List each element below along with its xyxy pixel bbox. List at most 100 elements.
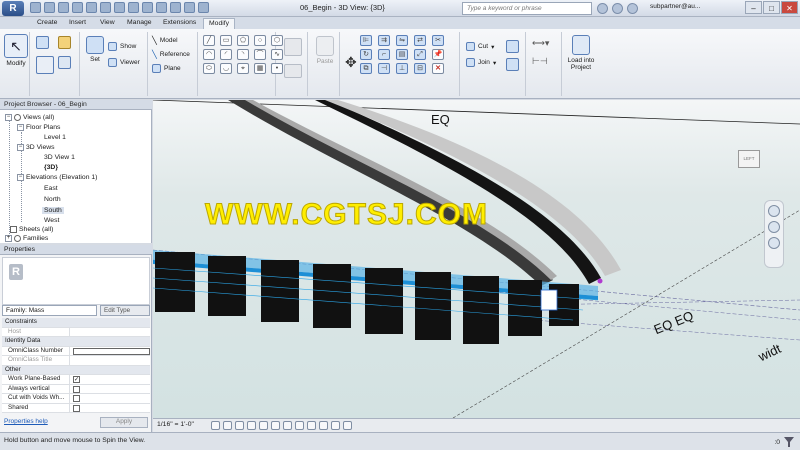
show-crop-icon[interactable]	[283, 421, 292, 430]
redo-icon[interactable]	[72, 2, 83, 13]
circle-icon[interactable]: ○	[254, 35, 266, 46]
viewer-button[interactable]: Viewer	[108, 58, 140, 67]
viewcube[interactable]: LEFT	[738, 150, 760, 168]
measure-icon[interactable]	[100, 2, 111, 13]
visual-style-icon[interactable]	[223, 421, 232, 430]
reveal-hidden-icon[interactable]	[319, 421, 328, 430]
mirror-axis-icon[interactable]: ⇋	[396, 35, 408, 46]
3d-view-icon[interactable]	[142, 2, 153, 13]
collapse-toggle[interactable]: −	[17, 144, 24, 151]
tree-node-west[interactable]: West	[44, 217, 59, 224]
group-constraints[interactable]: Constraints	[2, 318, 150, 328]
rectangle-icon[interactable]: ▭	[220, 35, 232, 46]
rotate-icon[interactable]: ↻	[360, 49, 372, 60]
sun-path-icon[interactable]	[235, 421, 244, 430]
split-icon[interactable]: ✂	[432, 35, 444, 46]
save-icon[interactable]	[44, 2, 55, 13]
section-icon[interactable]	[156, 2, 167, 13]
show-button[interactable]: Show	[108, 42, 136, 51]
apply-button[interactable]: Apply	[100, 417, 148, 428]
arc-start-end-icon[interactable]: ◠	[203, 49, 215, 60]
paste-button[interactable]: Paste	[313, 36, 337, 65]
delete-icon[interactable]: ✕	[432, 63, 444, 74]
reference-button[interactable]: ╲ Reference	[152, 50, 190, 59]
shared-checkbox[interactable]	[73, 404, 80, 412]
annotate-icon[interactable]	[114, 2, 125, 13]
tree-node-elevations[interactable]: − Elevations (Elevation 1)	[17, 174, 97, 181]
tab-insert[interactable]: Insert	[64, 18, 91, 29]
properties-icon[interactable]	[36, 36, 49, 49]
undo-icon[interactable]	[58, 2, 69, 13]
text-icon[interactable]	[128, 2, 139, 13]
always-vertical-checkbox[interactable]	[73, 385, 80, 393]
offset-icon[interactable]: ⇉	[378, 35, 390, 46]
3d-viewport[interactable]: EQ EQ EQ widt WWW.CGTSJ.COM LEFT	[153, 100, 800, 418]
trim-icon[interactable]: ⌐	[378, 49, 390, 60]
type-properties-icon[interactable]	[36, 56, 54, 74]
wall-joins-icon[interactable]	[506, 40, 519, 53]
dimension-icon[interactable]: ⊢⊣	[532, 56, 548, 67]
type-selector[interactable]: R	[2, 257, 150, 305]
model-line-button[interactable]: ╲ Model	[152, 36, 178, 45]
move-icon[interactable]: ✥	[345, 54, 357, 71]
modify-button[interactable]: ↖ Modify	[4, 34, 28, 67]
tab-extensions[interactable]: Extensions	[158, 18, 201, 29]
tree-node-3d-view-1[interactable]: 3D View 1	[44, 154, 75, 161]
tree-node-3d-views[interactable]: − 3D Views	[17, 144, 55, 151]
tab-view[interactable]: View	[95, 18, 120, 29]
render-icon[interactable]	[259, 421, 268, 430]
lock-view-icon[interactable]	[295, 421, 304, 430]
measure-icon[interactable]: ⟷▾	[532, 38, 549, 49]
tab-manage[interactable]: Manage	[122, 18, 157, 29]
user-account[interactable]: subpartner@au...	[650, 3, 700, 10]
cut-with-voids-checkbox[interactable]	[73, 395, 80, 402]
shadows-icon[interactable]	[247, 421, 256, 430]
close-hidden-icon[interactable]	[184, 2, 195, 13]
load-into-project-button[interactable]: Load into Project	[565, 35, 597, 71]
tree-node-views[interactable]: − Views (all)	[5, 114, 54, 121]
copy-icon[interactable]: ⧉	[360, 63, 372, 74]
expand-toggle[interactable]: +	[5, 235, 12, 242]
crop-view-icon[interactable]	[271, 421, 280, 430]
search-input[interactable]: Type a keyword or phrase	[462, 2, 592, 15]
tree-node-level-1[interactable]: Level 1	[44, 134, 66, 141]
selected-element[interactable]	[540, 289, 558, 311]
join-button[interactable]: Join ▾	[466, 58, 496, 67]
tree-node-north[interactable]: North	[44, 196, 61, 203]
detail-level-icon[interactable]	[211, 421, 220, 430]
star-icon[interactable]	[627, 3, 638, 14]
trim-extend-icon[interactable]: ⊣	[378, 63, 390, 74]
minimize-button[interactable]: –	[745, 1, 762, 14]
fillet-arc-icon[interactable]: ⌒	[254, 49, 266, 60]
collapse-toggle[interactable]: −	[5, 114, 12, 121]
thin-lines-icon[interactable]	[170, 2, 181, 13]
collapse-toggle[interactable]: −	[17, 174, 24, 181]
collapse-toggle[interactable]: −	[17, 124, 24, 131]
pick-faces-icon[interactable]: ▦	[254, 63, 266, 74]
arc-center-icon[interactable]: ◜	[220, 49, 232, 60]
split-gap-icon[interactable]: ⊥	[396, 63, 408, 74]
paint-icon[interactable]	[506, 58, 519, 71]
workplane-viewer-icon[interactable]	[284, 38, 302, 56]
tab-create[interactable]: Create	[32, 18, 62, 29]
binoculars-icon[interactable]	[597, 3, 608, 14]
partial-ellipse-icon[interactable]: ◡	[220, 63, 232, 74]
view-scale[interactable]: 1/16" = 1'-0"	[157, 421, 194, 428]
properties-help-link[interactable]: Properties help	[4, 418, 48, 425]
group-identity-data[interactable]: Identity Data	[2, 337, 150, 347]
omniclass-number-field[interactable]	[70, 347, 150, 356]
zoom-icon[interactable]	[768, 221, 780, 233]
print-icon[interactable]	[86, 2, 97, 13]
family-category-icon[interactable]	[58, 56, 71, 69]
line-icon[interactable]: ╱	[203, 35, 215, 46]
form-icon[interactable]	[284, 64, 302, 78]
filter-icon[interactable]	[784, 437, 794, 447]
plane-button[interactable]: Plane	[152, 64, 181, 73]
tab-modify[interactable]: Modify	[203, 18, 236, 29]
work-plane-based-checkbox[interactable]: ✓	[73, 376, 80, 383]
tree-node-families[interactable]: + Families	[5, 235, 48, 242]
edit-type-button[interactable]: Edit Type	[100, 305, 150, 316]
align-icon[interactable]: ⊫	[360, 35, 372, 46]
control-point[interactable]	[597, 278, 603, 284]
pick-lines-icon[interactable]: ⌖	[237, 63, 249, 74]
